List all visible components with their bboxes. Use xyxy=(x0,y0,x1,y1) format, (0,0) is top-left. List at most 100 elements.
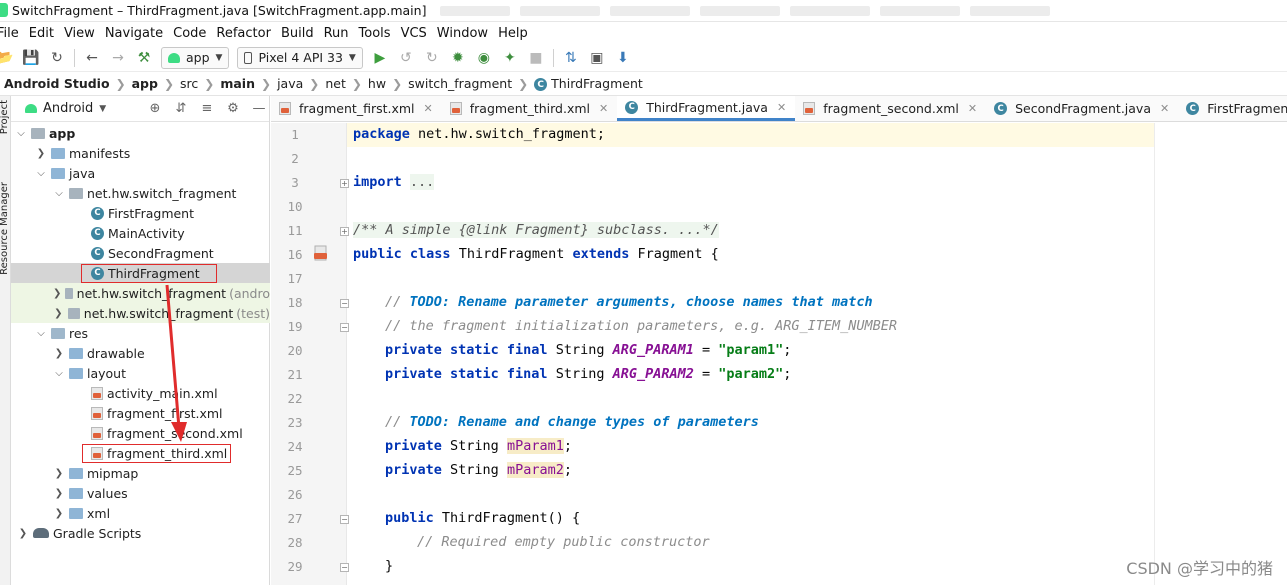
menu-view[interactable]: View xyxy=(59,26,100,41)
tree-item-layout[interactable]: ⌵ layout xyxy=(11,363,270,383)
breadcrumb-item[interactable]: hw xyxy=(364,76,390,91)
breadcrumb-item[interactable]: src xyxy=(176,76,202,91)
device-manager-icon[interactable]: ▣ xyxy=(586,47,608,69)
make-project-hammer-icon[interactable]: ⚒ xyxy=(133,47,155,69)
stop-icon[interactable]: ■ xyxy=(525,47,547,69)
chevron-down-icon[interactable]: ▼ xyxy=(99,104,106,114)
menu-edit[interactable]: Edit xyxy=(24,26,59,41)
tab-fragment-second-xml[interactable]: fragment_second.xml ✕ xyxy=(795,96,986,121)
breadcrumb-item[interactable]: Android Studio xyxy=(0,76,114,91)
fold-collapse-icon[interactable]: − xyxy=(340,563,349,572)
tree-item-class[interactable]: C SecondFragment xyxy=(11,243,270,263)
breadcrumb-item[interactable]: main xyxy=(216,76,259,91)
hide-icon[interactable]: — xyxy=(249,101,269,116)
tree-item-drawable[interactable]: ❯ drawable xyxy=(11,343,270,363)
close-icon[interactable]: ✕ xyxy=(777,101,786,114)
menu-file[interactable]: File xyxy=(0,26,24,41)
menu-vcs[interactable]: VCS xyxy=(396,26,432,41)
close-icon[interactable]: ✕ xyxy=(599,102,608,115)
collapsed-arrow-icon[interactable]: ❯ xyxy=(53,468,65,479)
folded-javadoc[interactable]: /** A simple {@link Fragment} subclass. … xyxy=(353,222,719,238)
tab-thirdfragment-java[interactable]: C ThirdFragment.java ✕ xyxy=(617,96,795,121)
collapsed-arrow-icon[interactable]: ❯ xyxy=(53,508,65,519)
related-layout-xml-icon[interactable] xyxy=(313,245,329,261)
open-folder-icon[interactable]: 📂 xyxy=(0,47,16,69)
debug-icon[interactable]: ✹ xyxy=(447,47,469,69)
attach-debugger-icon[interactable]: ✦ xyxy=(499,47,521,69)
breadcrumb-item[interactable]: java xyxy=(273,76,307,91)
save-all-icon[interactable]: 💾 xyxy=(20,47,42,69)
expanded-arrow-icon[interactable]: ⌵ xyxy=(53,368,65,379)
fold-expand-icon[interactable]: + xyxy=(340,179,349,188)
menu-help[interactable]: Help xyxy=(493,26,533,41)
tree-item-mipmap[interactable]: ❯ mipmap xyxy=(11,463,270,483)
expanded-arrow-icon[interactable]: ⌵ xyxy=(35,168,47,179)
profile-icon[interactable]: ◉ xyxy=(473,47,495,69)
tab-secondfragment-java[interactable]: C SecondFragment.java ✕ xyxy=(986,96,1178,121)
device-select[interactable]: Pixel 4 API 33 ▼ xyxy=(237,47,362,69)
menu-navigate[interactable]: Navigate xyxy=(100,26,168,41)
breadcrumb-item[interactable]: switch_fragment xyxy=(404,76,516,91)
collapsed-arrow-icon[interactable]: ❯ xyxy=(35,148,47,159)
menu-tools[interactable]: Tools xyxy=(354,26,396,41)
menu-code[interactable]: Code xyxy=(168,26,211,41)
fold-collapse-icon[interactable]: − xyxy=(340,515,349,524)
sync-gradle-icon[interactable]: ⇅ xyxy=(560,47,582,69)
tree-item-xml-file[interactable]: activity_main.xml xyxy=(11,383,270,403)
sync-icon[interactable]: ↻ xyxy=(46,47,68,69)
expanded-arrow-icon[interactable]: ⌵ xyxy=(15,128,27,139)
collapse-all-icon[interactable]: ≡ xyxy=(197,101,217,116)
close-icon[interactable]: ✕ xyxy=(968,102,977,115)
breadcrumb-item[interactable]: net xyxy=(321,76,350,91)
tree-item-app[interactable]: ⌵ app xyxy=(11,123,270,143)
apply-changes-icon[interactable]: ↺ xyxy=(395,47,417,69)
tree-item-manifests[interactable]: ❯ manifests xyxy=(11,143,270,163)
tree-item-package-androidtest[interactable]: ❯ net.hw.switch_fragment (andro xyxy=(11,283,270,303)
project-tool-window-button[interactable]: Project xyxy=(0,100,10,134)
tree-item-package-test[interactable]: ❯ net.hw.switch_fragment (test) xyxy=(11,303,270,323)
collapsed-arrow-icon[interactable]: ❯ xyxy=(53,308,64,319)
tree-item-xml[interactable]: ❯ xml xyxy=(11,503,270,523)
tree-item-xml-file[interactable]: fragment_second.xml xyxy=(11,423,270,443)
tree-item-gradle-scripts[interactable]: ❯ Gradle Scripts xyxy=(11,523,270,543)
run-config-select[interactable]: app ▼ xyxy=(161,47,229,69)
tree-item-xml-file[interactable]: fragment_first.xml xyxy=(11,403,270,423)
sdk-manager-icon[interactable]: ⬇ xyxy=(612,47,634,69)
back-arrow-icon[interactable]: ← xyxy=(81,47,103,69)
expanded-arrow-icon[interactable]: ⌵ xyxy=(35,328,47,339)
menu-run[interactable]: Run xyxy=(319,26,354,41)
tree-item-class[interactable]: C FirstFragment xyxy=(11,203,270,223)
menu-window[interactable]: Window xyxy=(432,26,493,41)
resource-manager-button[interactable]: Resource Manager xyxy=(0,182,10,275)
tab-fragment-first-xml[interactable]: fragment_first.xml ✕ xyxy=(271,96,442,121)
breadcrumb-item-current[interactable]: C ThirdFragment xyxy=(530,76,647,91)
gear-icon[interactable]: ⚙ xyxy=(223,101,243,116)
close-icon[interactable]: ✕ xyxy=(424,102,433,115)
menu-refactor[interactable]: Refactor xyxy=(211,26,276,41)
project-view-mode[interactable]: Android xyxy=(43,101,93,116)
tree-item-package[interactable]: ⌵ net.hw.switch_fragment xyxy=(11,183,270,203)
fold-collapse-icon[interactable]: − xyxy=(340,323,349,332)
tree-item-values[interactable]: ❯ values xyxy=(11,483,270,503)
collapsed-arrow-icon[interactable]: ❯ xyxy=(53,488,65,499)
close-icon[interactable]: ✕ xyxy=(1160,102,1169,115)
expanded-arrow-icon[interactable]: ⌵ xyxy=(53,188,65,199)
menu-build[interactable]: Build xyxy=(276,26,319,41)
code-editor[interactable]: 1 2 3 10 11 16 17 18 19 20 21 22 23 24 2… xyxy=(271,123,1287,585)
tab-fragment-third-xml[interactable]: fragment_third.xml ✕ xyxy=(442,96,617,121)
breadcrumb-item[interactable]: app xyxy=(128,76,162,91)
select-opened-file-icon[interactable]: ⊕ xyxy=(145,101,165,116)
tree-item-class[interactable]: C MainActivity xyxy=(11,223,270,243)
folded-region[interactable]: ... xyxy=(410,174,434,190)
collapsed-arrow-icon[interactable]: ❯ xyxy=(53,288,61,299)
tab-firstfragment-java[interactable]: C FirstFragment.java ✕ xyxy=(1178,96,1287,121)
tree-item-res[interactable]: ⌵ res xyxy=(11,323,270,343)
tree-item-java[interactable]: ⌵ java xyxy=(11,163,270,183)
expand-all-icon[interactable]: ⇵ xyxy=(171,101,191,116)
fold-expand-icon[interactable]: + xyxy=(340,227,349,236)
apply-code-changes-icon[interactable]: ↻ xyxy=(421,47,443,69)
fold-collapse-icon[interactable]: − xyxy=(340,299,349,308)
collapsed-arrow-icon[interactable]: ❯ xyxy=(53,348,65,359)
forward-arrow-icon[interactable]: → xyxy=(107,47,129,69)
run-icon[interactable]: ▶ xyxy=(369,47,391,69)
